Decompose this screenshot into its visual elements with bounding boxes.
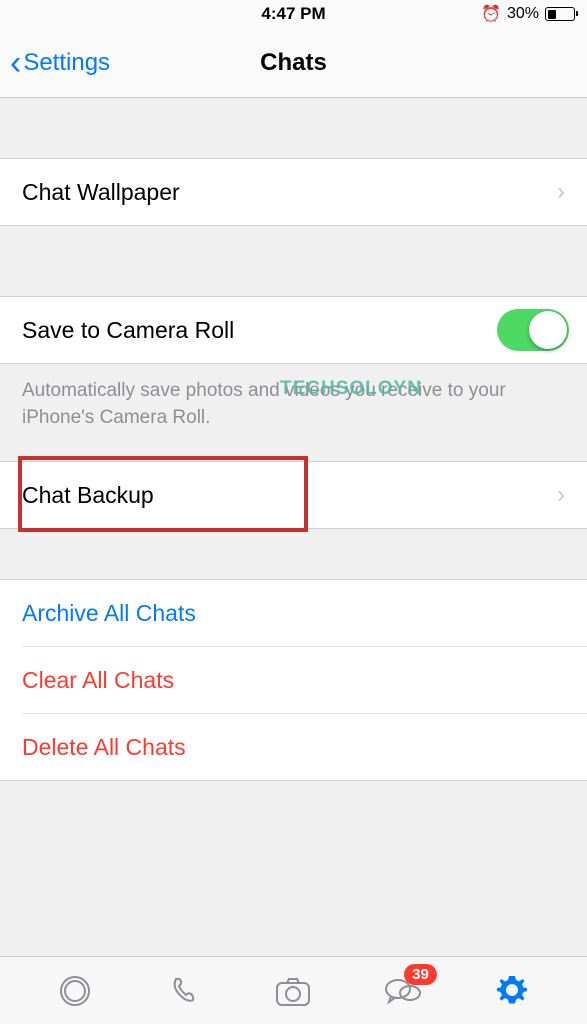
chevron-right-icon: › <box>557 178 565 206</box>
phone-icon <box>166 973 202 1009</box>
toggle-knob <box>529 311 567 349</box>
row-chat-backup[interactable]: Chat Backup › <box>0 462 587 528</box>
label-chat-wallpaper: Chat Wallpaper <box>22 179 180 206</box>
battery-percent: 30% <box>507 5 539 23</box>
chevron-left-icon: ‹ <box>10 46 21 80</box>
section-actions: Archive All Chats Clear All Chats Delete… <box>0 579 587 781</box>
label-camera-roll: Save to Camera Roll <box>22 317 234 344</box>
row-archive-all[interactable]: Archive All Chats <box>0 580 587 646</box>
row-delete-all[interactable]: Delete All Chats <box>0 714 587 780</box>
footer-camera-roll: Automatically save photos and videos you… <box>0 364 587 461</box>
section-backup: Chat Backup › <box>0 461 587 529</box>
page-title: Chats <box>260 49 327 77</box>
section-camera-roll: Save to Camera Roll <box>0 296 587 364</box>
label-clear-all: Clear All Chats <box>22 667 174 694</box>
label-chat-backup: Chat Backup <box>22 482 154 509</box>
row-chat-wallpaper[interactable]: Chat Wallpaper › <box>0 159 587 225</box>
battery-icon <box>545 7 575 21</box>
row-clear-all[interactable]: Clear All Chats <box>0 647 587 713</box>
status-bar: 4:47 PM ⏰ 30% <box>0 0 587 28</box>
status-time: 4:47 PM <box>261 4 325 24</box>
toggle-camera-roll[interactable] <box>497 309 569 351</box>
tab-status[interactable] <box>53 969 97 1013</box>
back-label: Settings <box>23 49 110 77</box>
chevron-right-icon: › <box>557 481 565 509</box>
tab-calls[interactable] <box>162 969 206 1013</box>
tab-settings[interactable] <box>490 969 534 1013</box>
camera-icon <box>273 973 313 1009</box>
back-button[interactable]: ‹ Settings <box>0 46 110 80</box>
section-wallpaper: Chat Wallpaper › <box>0 158 587 226</box>
gear-icon <box>494 973 530 1009</box>
watermark-text: TECHSOLOYN <box>280 376 422 403</box>
status-circle-icon <box>57 973 93 1009</box>
status-right-cluster: ⏰ 30% <box>481 4 575 24</box>
chats-badge: 39 <box>404 964 437 985</box>
nav-header: ‹ Settings Chats <box>0 28 587 98</box>
alarm-icon: ⏰ <box>481 4 501 24</box>
label-delete-all: Delete All Chats <box>22 734 186 761</box>
tab-camera[interactable] <box>271 969 315 1013</box>
row-camera-roll: Save to Camera Roll <box>0 297 587 363</box>
label-archive-all: Archive All Chats <box>22 600 196 627</box>
tab-chats[interactable]: 39 <box>381 969 425 1013</box>
tab-bar: 39 <box>0 956 587 1024</box>
